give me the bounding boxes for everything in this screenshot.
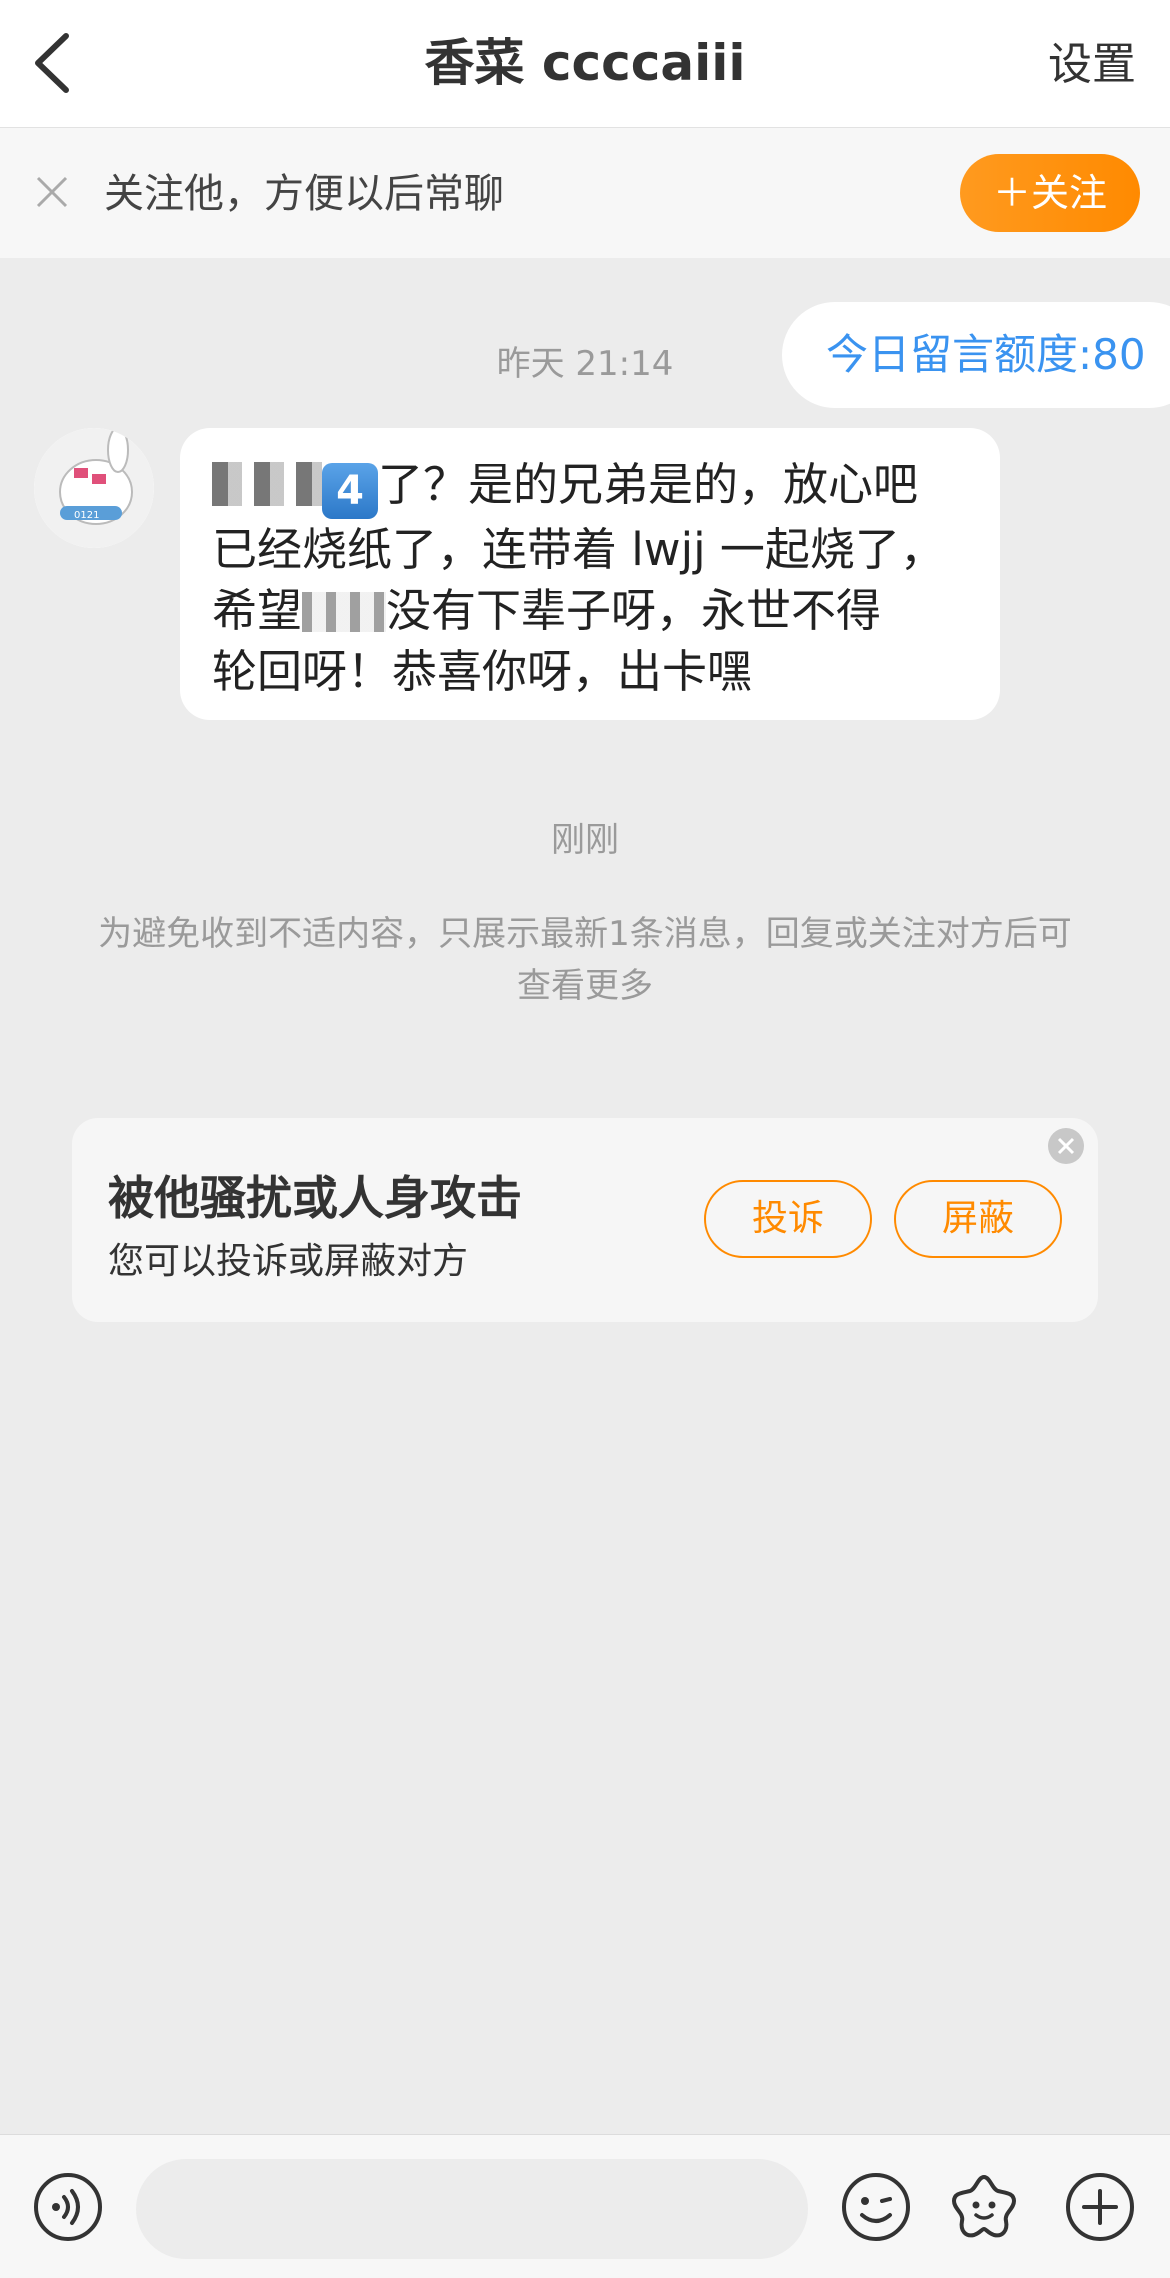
message-input[interactable] [136, 2159, 808, 2259]
emoji-button[interactable] [840, 2171, 912, 2243]
close-circle-icon [1048, 1128, 1084, 1164]
message-text: 了？是的兄弟是的，放心吧 [378, 458, 919, 511]
blurred-text [212, 462, 322, 506]
voice-button[interactable] [32, 2171, 104, 2243]
more-button[interactable] [1064, 2171, 1136, 2243]
timestamp-label: 昨天 21:14 [496, 344, 674, 384]
follow-prompt-bar: 关注他，方便以后常聊 ＋关注 [0, 128, 1170, 258]
message-line-1: 4 了？是的兄弟是的，放心吧 [212, 454, 968, 519]
emoji-icon [842, 2173, 910, 2241]
report-block-card: 被他骚扰或人身攻击 您可以投诉或屏蔽对方 投诉 屏蔽 [72, 1118, 1098, 1322]
close-icon [36, 176, 68, 208]
blurred-text [302, 592, 387, 632]
message-text: 没有下辈子呀，永世不得 [386, 584, 882, 637]
card-subtitle: 您可以投诉或屏蔽对方 [108, 1241, 469, 1282]
follow-prompt-text: 关注他，方便以后常聊 [104, 171, 504, 217]
received-message-bubble[interactable]: 4 了？是的兄弟是的，放心吧 已经烧纸了，连带着 lwjj 一起烧了， 希望 没有下… [180, 428, 1000, 720]
svg-text:0121: 0121 [74, 510, 99, 521]
limited-messages-notice: 为避免收到不适内容，只展示最新1条消息，回复或关注对方后可查看更多 [98, 914, 1072, 1006]
plus-icon [1066, 2173, 1134, 2241]
message-text: 希望 [212, 584, 303, 637]
block-button[interactable]: 屏蔽 [894, 1180, 1062, 1258]
message-line-2: 已经烧纸了，连带着 lwjj 一起烧了， [212, 523, 945, 576]
settings-button[interactable]: 设置 [1048, 34, 1136, 96]
message-line-3: 希望 没有下辈子呀，永世不得 [212, 580, 968, 641]
sticker-icon [952, 2175, 1016, 2238]
chat-title: 香菜 ccccaiii [424, 34, 746, 92]
top-nav-bar: 香菜 ccccaiii 设置 [0, 0, 1170, 128]
report-button[interactable]: 投诉 [704, 1180, 872, 1258]
card-title: 被他骚扰或人身攻击 [108, 1171, 522, 1225]
message-line-4: 轮回呀！恭喜你呀，出卡嘿 [212, 645, 753, 698]
rabbit-avatar-icon: 0121 [34, 428, 154, 548]
chat-input-toolbar [0, 2134, 1170, 2278]
number-4-emoji: 4 [322, 463, 378, 519]
timestamp-label: 刚刚 [551, 820, 619, 860]
voice-icon [34, 2173, 102, 2241]
card-close-button[interactable] [1046, 1126, 1086, 1166]
follow-button[interactable]: ＋关注 [960, 154, 1140, 232]
sticker-button[interactable] [948, 2171, 1020, 2243]
dismiss-follow-prompt-button[interactable] [32, 172, 72, 212]
avatar[interactable]: 0121 [34, 428, 154, 548]
